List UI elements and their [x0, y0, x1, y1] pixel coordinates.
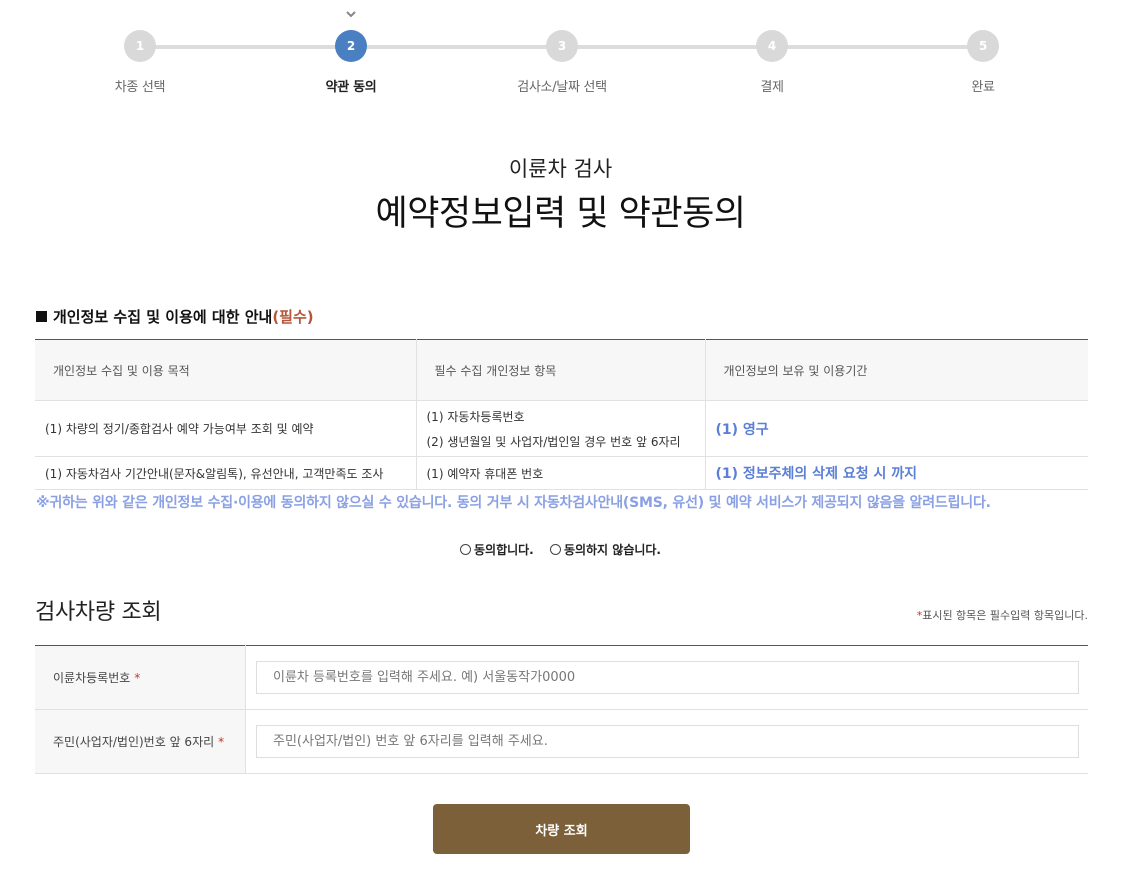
table-row: (1) 차량의 정기/종합검사 예약 가능여부 조회 및 예약 (1) 자동차등… [35, 400, 1088, 457]
step-5: 5 완료 [903, 30, 1063, 95]
disagree-radio-option[interactable]: 동의하지 않습니다. [549, 541, 661, 558]
page-subtitle: 이륜차 검사 [508, 157, 613, 181]
consent-radio-group: 동의합니다. 동의하지 않습니다. [0, 541, 1121, 558]
step-2: 2 약관 동의 [271, 11, 431, 95]
step-number: 1 [124, 30, 156, 62]
purpose-cell: (1) 자동차검사 기간안내(문자&알림톡), 유선안내, 고객만족도 조사 [35, 456, 417, 490]
disagree-radio[interactable] [549, 544, 561, 555]
id-number-input-cell [245, 709, 1088, 774]
vehicle-lookup-button[interactable]: 차량 조회 [433, 804, 690, 854]
progress-stepper: 1 차종 선택 2 약관 동의 3 검사소/날짜 선택 4 결제 5 완료 [0, 0, 1121, 110]
agree-radio-option[interactable]: 동의합니다. [459, 541, 534, 558]
period-cell: (1) 영구 [705, 400, 1088, 457]
id-number-label: 주민(사업자/법인)번호 앞 6자리 * [35, 709, 246, 774]
step-number: 3 [546, 30, 578, 62]
registration-label-text: 이륜차등록번호 [53, 671, 131, 685]
privacy-section-title: 개인정보 수집 및 이용에 대한 안내(필수) [36, 306, 314, 327]
id-number-label-text: 주민(사업자/법인)번호 앞 6자리 [53, 735, 215, 749]
required-tag: (필수) [272, 308, 314, 326]
table-row: (1) 자동차검사 기간안내(문자&알림톡), 유선안내, 고객만족도 조사 (… [35, 456, 1088, 490]
square-bullet-icon [36, 311, 47, 322]
agree-label: 동의합니다. [473, 543, 534, 557]
required-note-text: 표시된 항목은 필수입력 항목입니다. [922, 609, 1088, 622]
consent-refusal-notice: ※귀하는 위와 같은 개인정보 수집·이용에 동의하지 않으실 수 있습니다. … [36, 495, 991, 511]
step-1: 1 차종 선택 [60, 30, 220, 95]
form-row-id: 주민(사업자/법인)번호 앞 6자리 * [35, 709, 1088, 774]
step-label: 완료 [971, 80, 995, 95]
step-3: 3 검사소/날짜 선택 [482, 30, 642, 95]
step-number: 4 [756, 30, 788, 62]
privacy-section-title-text: 개인정보 수집 및 이용에 대한 안내 [53, 308, 273, 326]
step-label: 결제 [760, 80, 784, 95]
step-label: 약관 동의 [325, 80, 377, 95]
table-header-row: 개인정보 수집 및 이용 목적 필수 수집 개인정보 항목 개인정보의 보유 및… [35, 339, 1088, 401]
purpose-cell: (1) 차량의 정기/종합검사 예약 가능여부 조회 및 예약 [35, 400, 417, 457]
period-text: (1) 영구 [715, 421, 769, 438]
registration-label: 이륜차등록번호 * [35, 645, 246, 710]
privacy-table: 개인정보 수집 및 이용 목적 필수 수집 개인정보 항목 개인정보의 보유 및… [35, 339, 1088, 490]
column-header-purpose: 개인정보 수집 및 이용 목적 [35, 339, 417, 401]
step-number: 5 [967, 30, 999, 62]
items-cell: (1) 자동차등록번호 (2) 생년월일 및 사업자/법인일 경우 번호 앞 6… [416, 400, 706, 457]
step-label: 차종 선택 [114, 80, 166, 95]
agree-radio[interactable] [459, 544, 471, 555]
period-text: (1) 정보주체의 삭제 요청 시 까지 [715, 466, 917, 482]
items-line: (1) 자동차등록번호 [426, 409, 525, 424]
required-fields-note: *표시된 항목은 필수입력 항목입니다. [917, 607, 1088, 623]
page-title: 예약정보입력 및 약관동의 [375, 194, 746, 234]
id-number-input[interactable] [256, 725, 1079, 758]
disagree-label: 동의하지 않습니다. [563, 543, 661, 557]
items-line: (2) 생년월일 및 사업자/법인일 경우 번호 앞 6자리 [426, 434, 681, 449]
lookup-section-title: 검사차량 조회 [35, 600, 162, 625]
step-number: 2 [335, 30, 367, 62]
stepper-line [351, 45, 983, 49]
vehicle-lookup-form: 이륜차등록번호* 주민(사업자/법인)번호 앞 6자리* [35, 645, 1088, 774]
step-label: 검사소/날짜 선택 [517, 80, 607, 95]
period-cell: (1) 정보주체의 삭제 요청 시 까지 [705, 456, 1088, 490]
form-row-registration: 이륜차등록번호 * [35, 645, 1088, 710]
column-header-items: 필수 수집 개인정보 항목 [416, 339, 706, 401]
items-cell: (1) 예약자 휴대폰 번호 [416, 456, 706, 490]
column-header-period: 개인정보의 보유 및 이용기간 [705, 339, 1088, 401]
step-4: 4 결제 [692, 30, 852, 95]
registration-number-input[interactable] [256, 661, 1079, 694]
registration-input-cell [245, 645, 1088, 710]
current-step-chevron-icon [345, 10, 357, 20]
required-star: * [134, 671, 141, 685]
required-star: * [218, 735, 225, 749]
